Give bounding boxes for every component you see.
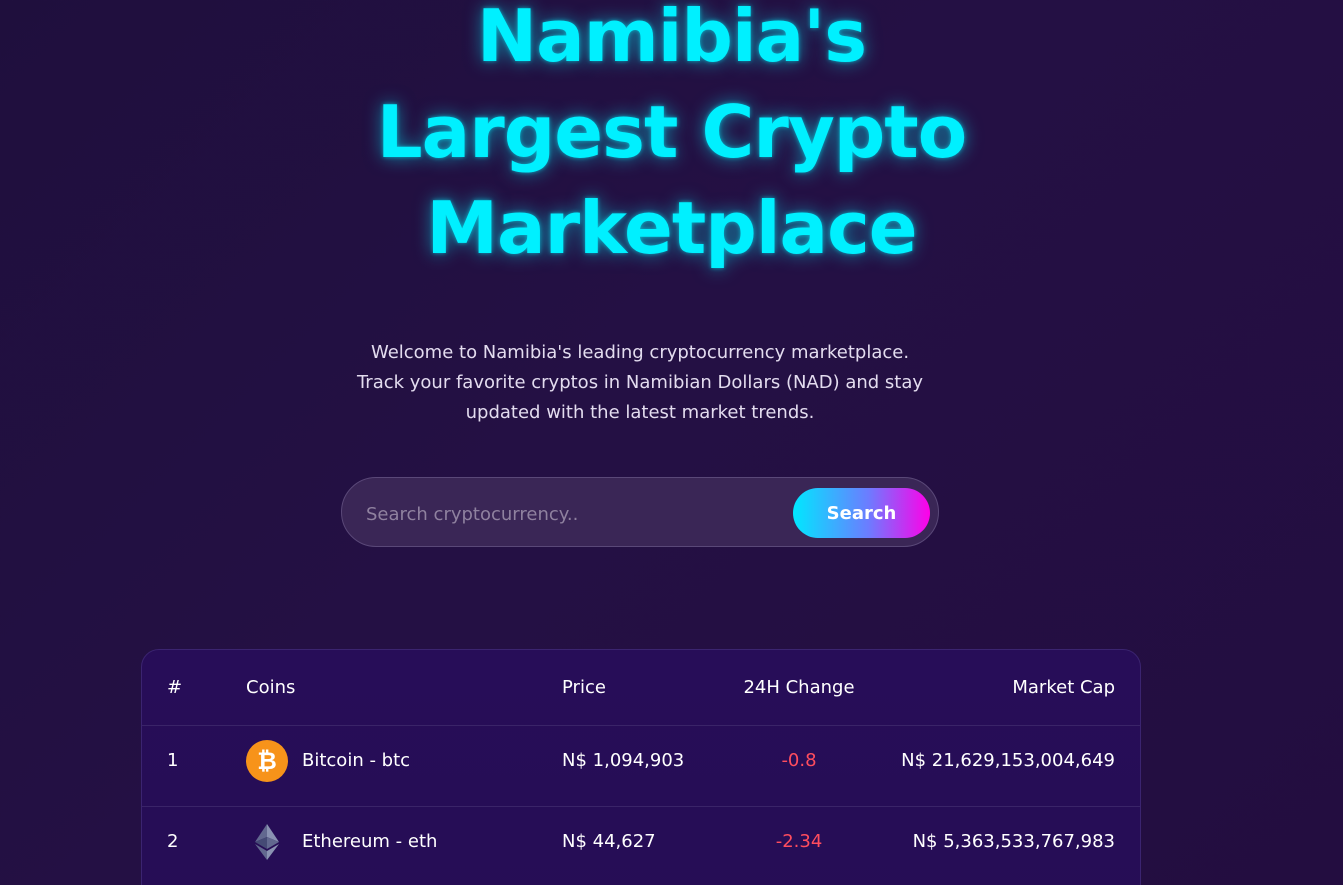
row-rank: 2	[167, 831, 179, 852]
header-price: Price	[562, 677, 606, 698]
coin-name: Bitcoin - btc	[302, 750, 411, 771]
header-24h-change: 24H Change	[743, 677, 855, 698]
row-market-cap: N$ 21,629,153,004,649	[901, 750, 1115, 771]
table-row[interactable]: 1 ₿ Bitcoin - btc N$ 1,094,903 -0.8 N$ 2…	[142, 726, 1140, 807]
row-price: N$ 44,627	[562, 831, 656, 852]
hero-subtitle-line: updated with the latest market trends.	[465, 402, 815, 423]
row-24h-change: -2.34	[775, 831, 823, 852]
hero-title-line: Largest Crypto	[376, 90, 967, 174]
hero-title: Namibia's Largest Crypto Marketplace	[0, 0, 1343, 276]
search-input[interactable]	[364, 496, 788, 532]
row-coin: Ethereum - eth	[246, 807, 437, 877]
search-form: Search	[341, 477, 939, 547]
header-rank: #	[167, 677, 183, 698]
bitcoin-icon: ₿	[246, 740, 288, 782]
row-24h-change: -0.8	[781, 750, 817, 771]
table-header-row: # Coins Price 24H Change Market Cap	[142, 650, 1140, 726]
row-rank: 1	[167, 750, 179, 771]
table-row[interactable]: 2 Ethereum - eth N$ 44,627 -2.34 N$ 5,36…	[142, 807, 1140, 885]
hero-subtitle-line: Track your favorite cryptos in Namibian …	[356, 372, 924, 393]
hero-title-line: Namibia's	[476, 0, 867, 78]
coin-name: Ethereum - eth	[302, 831, 438, 852]
search-button[interactable]: Search	[793, 488, 930, 538]
row-market-cap: N$ 5,363,533,767,983	[912, 831, 1115, 852]
header-coins: Coins	[246, 677, 296, 698]
ethereum-icon	[246, 821, 288, 863]
hero-subtitle: Welcome to Namibia's leading cryptocurre…	[350, 338, 930, 428]
header-market-cap: Market Cap	[1012, 677, 1115, 698]
hero-title-line: Marketplace	[426, 186, 917, 270]
crypto-market-table: # Coins Price 24H Change Market Cap 1 ₿ …	[141, 649, 1141, 885]
row-coin: ₿ Bitcoin - btc	[246, 726, 410, 796]
row-price: N$ 1,094,903	[562, 750, 685, 771]
hero-subtitle-line: Welcome to Namibia's leading cryptocurre…	[370, 342, 910, 363]
